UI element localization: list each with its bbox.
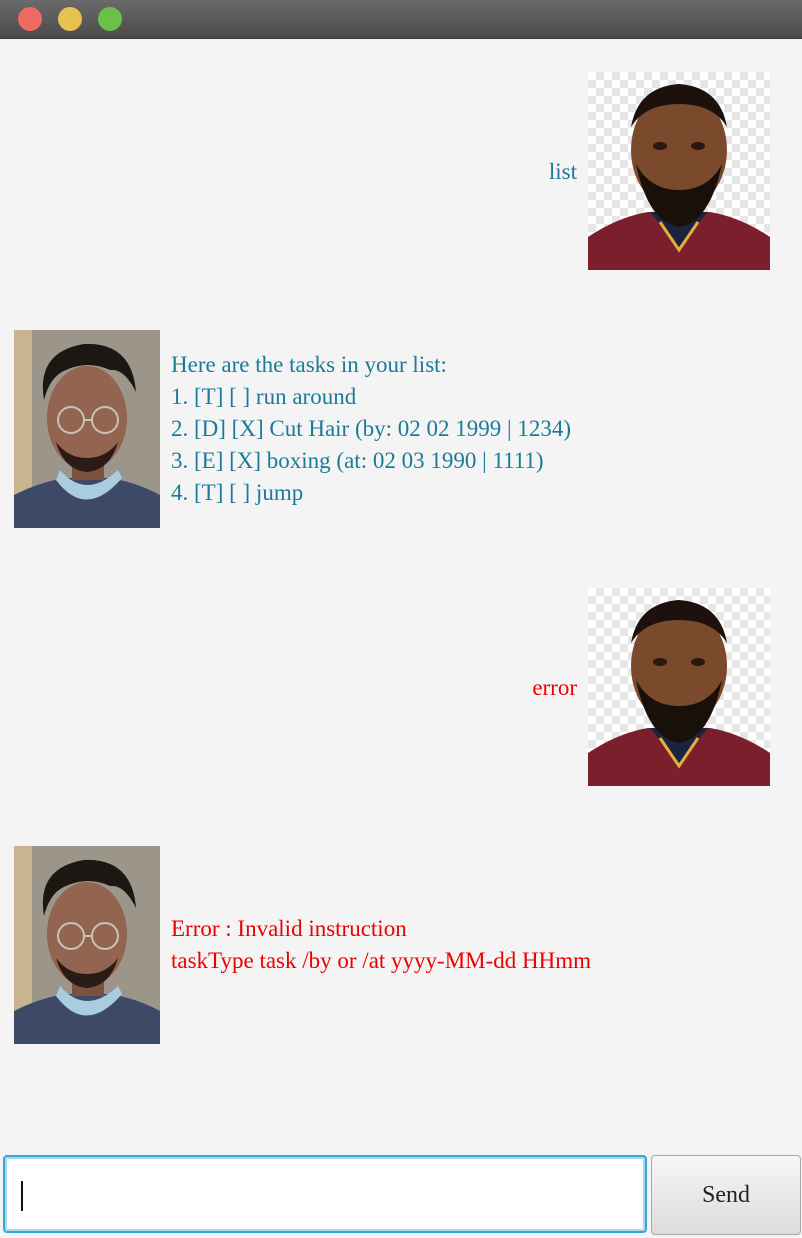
user-input-field[interactable] — [3, 1155, 647, 1233]
minimize-window-button[interactable] — [58, 7, 82, 31]
bot-error-line: Error : Invalid instruction — [171, 916, 407, 941]
user-avatar — [588, 588, 770, 786]
bot-avatar — [14, 846, 160, 1044]
dialog-container[interactable]: list Here are the tasks in your list: 1.… — [0, 39, 802, 1153]
user-message-text: list — [548, 159, 577, 184]
bot-error-line: taskType task /by or /at yyyy-MM-dd HHmm — [171, 948, 592, 973]
bot-message-line: 4. [T] [ ] jump — [171, 480, 304, 505]
bot-message-line: 3. [E] [X] boxing (at: 02 03 1990 | 1111… — [171, 448, 544, 473]
bot-message-line: 1. [T] [ ] run around — [171, 384, 357, 409]
send-button[interactable]: Send — [651, 1155, 801, 1235]
maximize-window-button[interactable] — [98, 7, 122, 31]
title-bar — [0, 0, 802, 39]
user-message-text: error — [532, 675, 577, 700]
bot-message-line: 2. [D] [X] Cut Hair (by: 02 02 1999 | 12… — [171, 416, 572, 441]
user-avatar — [588, 72, 770, 270]
bot-message-line: Here are the tasks in your list: — [171, 352, 447, 377]
text-cursor — [21, 1181, 23, 1211]
bot-avatar — [14, 330, 160, 528]
close-window-button[interactable] — [18, 7, 42, 31]
